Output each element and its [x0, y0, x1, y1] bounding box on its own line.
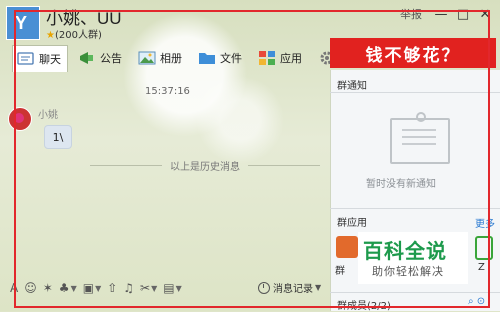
emoji-icon[interactable]: ☺ — [24, 281, 37, 295]
font-icon[interactable]: A — [10, 281, 18, 295]
history-divider-label: 以上是历史消息 — [170, 162, 240, 173]
clock-icon — [258, 281, 270, 294]
section-divider — [330, 92, 500, 93]
section-divider — [330, 208, 500, 209]
sender-name: 小姚 — [38, 110, 58, 121]
tab-apps[interactable]: 应用 — [254, 46, 308, 70]
album-icon — [138, 50, 156, 66]
window-controls: 举报 — □ ✕ — [400, 6, 492, 22]
watermark-title: 百科全说 — [363, 239, 447, 263]
group-app-label: 群 — [335, 266, 345, 277]
sender-avatar[interactable] — [8, 107, 32, 131]
music-icon[interactable]: ♫ — [123, 281, 134, 295]
shake-icon[interactable]: ♣ ▼ — [59, 281, 77, 295]
magic-icon[interactable]: ✶ — [43, 281, 53, 295]
tab-chat[interactable]: 聊天 — [12, 44, 68, 72]
red-packet-icon[interactable]: ▤ ▼ — [163, 281, 182, 295]
group-app-icon[interactable] — [475, 236, 493, 260]
message-timestamp: 15:37:16 — [145, 86, 190, 97]
apps-icon — [258, 50, 276, 66]
image-icon[interactable]: ▣ ▼ — [83, 281, 102, 295]
notice-title: 群通知 — [337, 81, 367, 92]
group-app-label: Z — [478, 262, 485, 273]
apps-title: 群应用 — [337, 218, 367, 229]
star-icon: ★ — [46, 30, 55, 41]
report-link[interactable]: 举报 — [400, 6, 422, 22]
screenshot-icon[interactable]: ✂ ▼ — [140, 281, 157, 295]
section-divider — [330, 292, 500, 293]
no-notice-text: 暂时没有新通知 — [366, 179, 436, 190]
tab-files[interactable]: 文件 — [194, 46, 248, 70]
message-bubble: 1\ — [44, 125, 72, 149]
tab-bar: 聊天 公告 相册 文件 应用 ▼ — [12, 44, 361, 72]
member-actions[interactable]: ⌕ ⊙ — [468, 296, 485, 307]
ad-banner[interactable]: 钱不够花？ — [330, 38, 496, 68]
notice-board-icon — [390, 112, 450, 164]
more-apps-link[interactable]: 更多 — [475, 215, 495, 230]
history-divider: 以上是历史消息 — [90, 158, 320, 173]
group-app-icon[interactable] — [336, 236, 358, 258]
folder-icon — [198, 50, 216, 66]
close-button[interactable]: ✕ — [478, 7, 492, 22]
divider-line — [248, 165, 320, 166]
maximize-button[interactable]: □ — [456, 7, 470, 22]
watermark-subtitle: 助你轻松解决 — [372, 265, 444, 278]
tab-album[interactable]: 相册 — [134, 46, 188, 70]
minimize-button[interactable]: — — [434, 7, 448, 22]
tab-announcement[interactable]: 公告 — [74, 46, 128, 70]
upload-icon[interactable]: ⇧ — [107, 281, 117, 295]
announcement-icon — [78, 50, 96, 66]
divider-line — [90, 165, 162, 166]
chat-icon — [17, 51, 35, 67]
chevron-down-icon: ▼ — [315, 283, 322, 292]
group-avatar[interactable]: Y — [6, 6, 40, 40]
members-title: 群成员(2/2) — [337, 301, 391, 312]
message-history-button[interactable]: 消息记录 ▼ — [258, 280, 321, 295]
member-count: ★(200人群) — [46, 30, 102, 41]
